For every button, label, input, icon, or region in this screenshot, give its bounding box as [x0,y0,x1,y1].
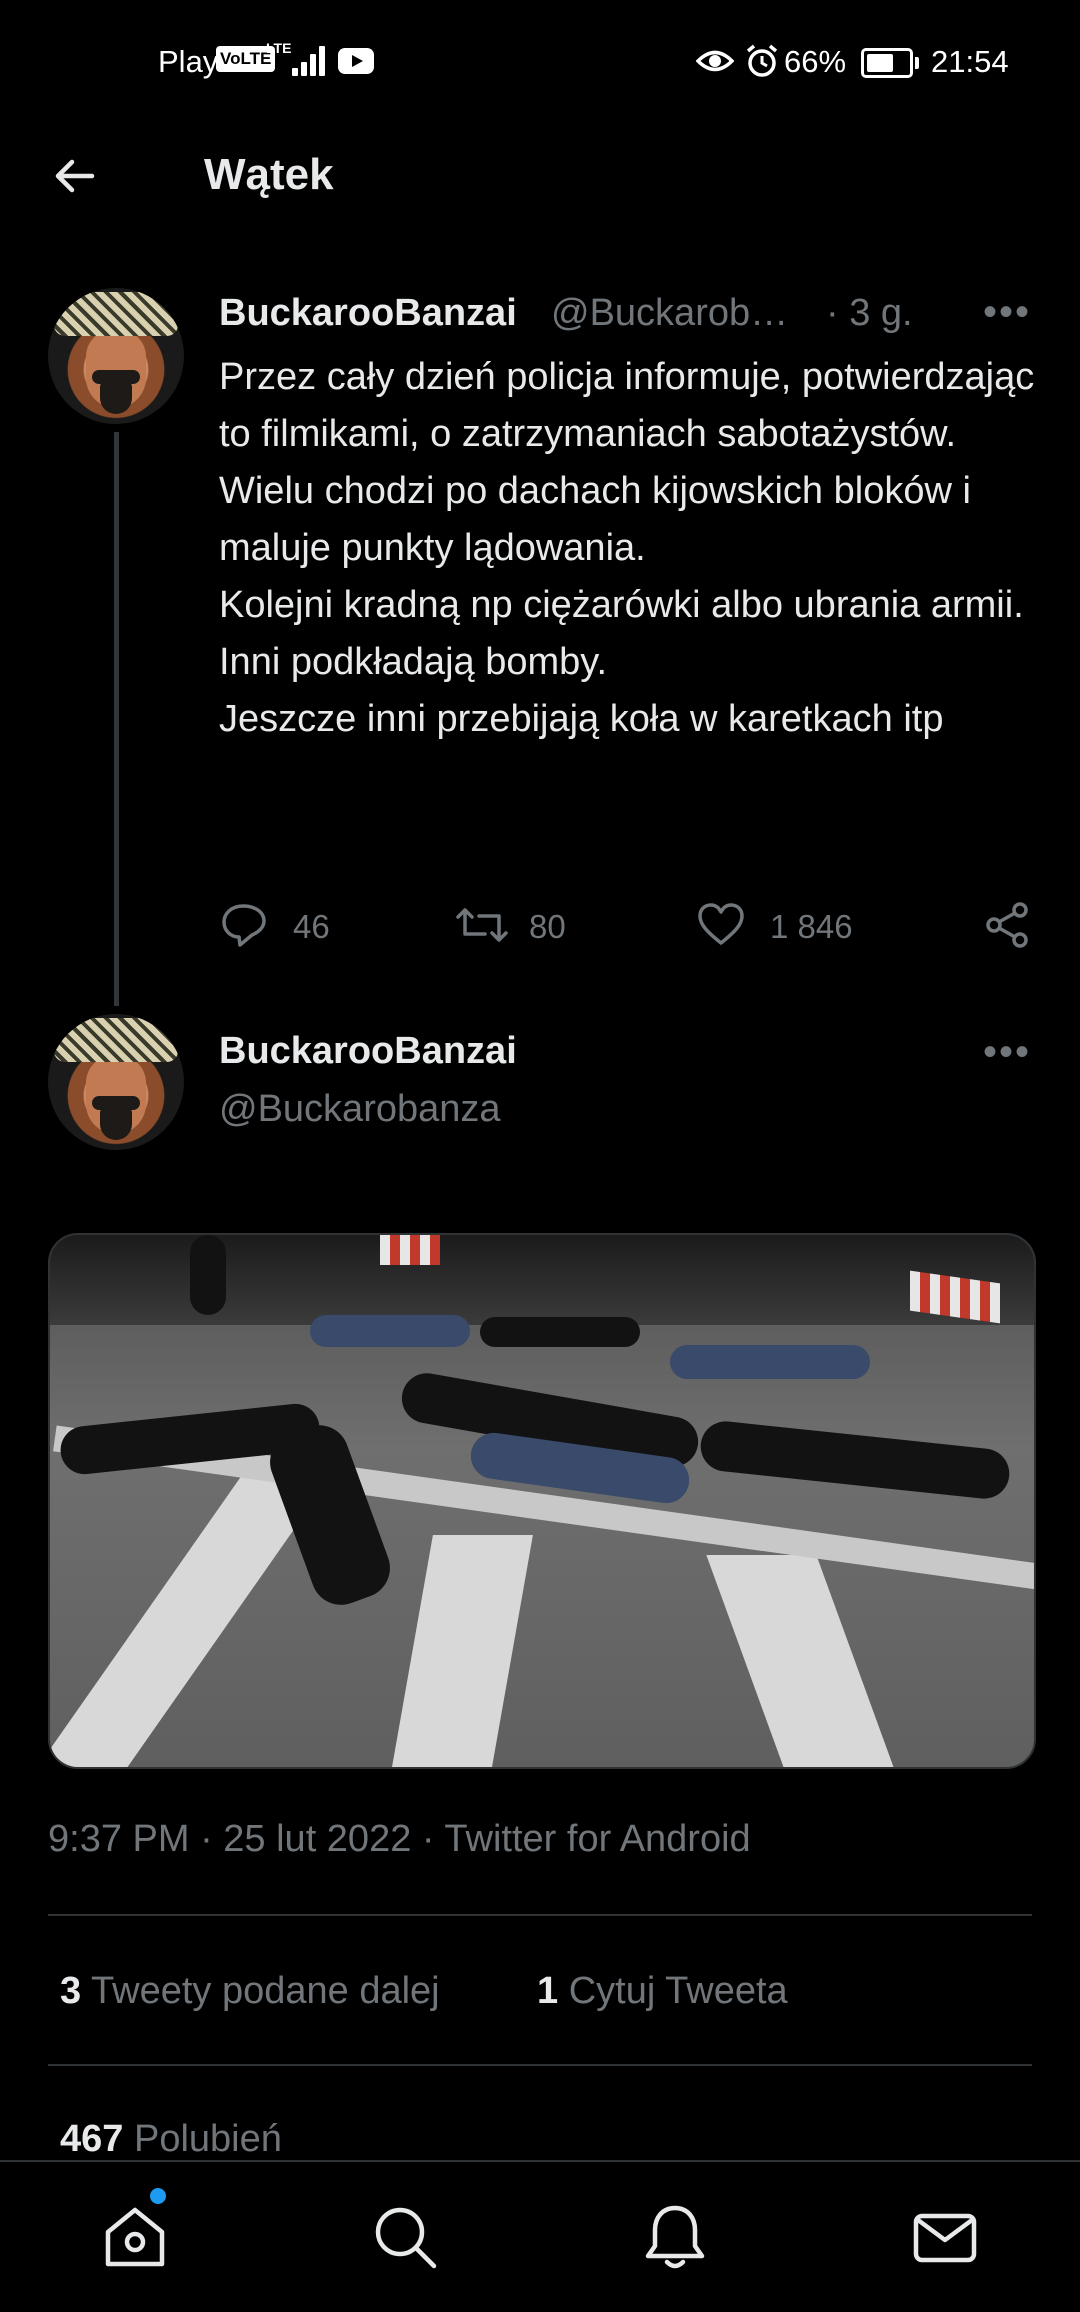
avatar[interactable] [48,288,184,424]
battery-percent: 66% [784,44,847,79]
home-icon[interactable] [100,2202,170,2272]
retweet-icon [456,908,508,942]
share-icon[interactable] [982,900,1032,950]
quotes-stat-label: Cytuj Tweeta [568,1970,788,2012]
quotes-stat-count: 1 [537,1970,559,2012]
eye-icon [696,50,734,72]
thread-line [114,432,119,1006]
author-name[interactable]: BuckarooBanzai [219,292,517,335]
page-title: Wątek [204,150,334,199]
notification-dot [150,2188,166,2204]
author-handle[interactable]: @Buckarob… [551,292,788,335]
battery-icon [861,48,919,78]
author-handle[interactable]: @Buckarobanza [219,1088,501,1131]
signal-icon [292,46,328,76]
mail-icon[interactable] [910,2202,980,2272]
bottom-nav [0,2160,1080,2312]
reply-count: 46 [293,908,330,945]
likes-stat-label: Polubień [133,2118,282,2160]
tweet-age: · 3 g. [826,292,913,334]
likes-stat[interactable]: 467 Polubień [60,2118,282,2161]
alarm-icon [746,44,778,77]
quotes-stat[interactable]: 1 Cytuj Tweeta [537,1970,788,2013]
youtube-icon [338,48,374,74]
carrier-name: Play [158,44,219,79]
status-bar: Play VoLTE LTE 66% 21:54 [0,0,1080,125]
heart-icon [698,903,744,945]
like-count: 1 846 [770,908,853,945]
author-name[interactable]: BuckarooBanzai [219,1030,517,1073]
retweets-stat-count: 3 [60,1970,82,2012]
search-icon[interactable] [370,2202,440,2272]
divider [48,2064,1032,2066]
more-options-icon[interactable]: ••• [983,290,1031,335]
reply-button[interactable]: 46 [219,900,389,950]
retweets-stat[interactable]: 3 Tweety podane dalej [60,1970,440,2013]
tweet-text: Przez cały dzień policja informuje, potw… [219,356,1035,740]
tweet-timestamp: 9:37 PM · 25 lut 2022 · Twitter for Andr… [48,1818,751,1860]
avatar[interactable] [48,1014,184,1150]
likes-stat-count: 467 [60,2118,124,2160]
more-options-icon[interactable]: ••• [983,1030,1031,1075]
divider [48,1914,1032,1916]
retweet-count: 80 [529,908,566,945]
clock: 21:54 [931,44,1009,79]
reply-icon [222,904,266,947]
back-arrow-icon[interactable] [50,152,98,200]
lte-label: LTE [266,40,292,56]
tweet-photo[interactable] [48,1233,1036,1769]
retweet-button[interactable]: 80 [455,900,625,950]
like-button[interactable]: 1 846 [696,900,896,950]
retweets-stat-label: Tweety podane dalej [91,1970,440,2012]
bell-icon[interactable] [640,2202,710,2272]
